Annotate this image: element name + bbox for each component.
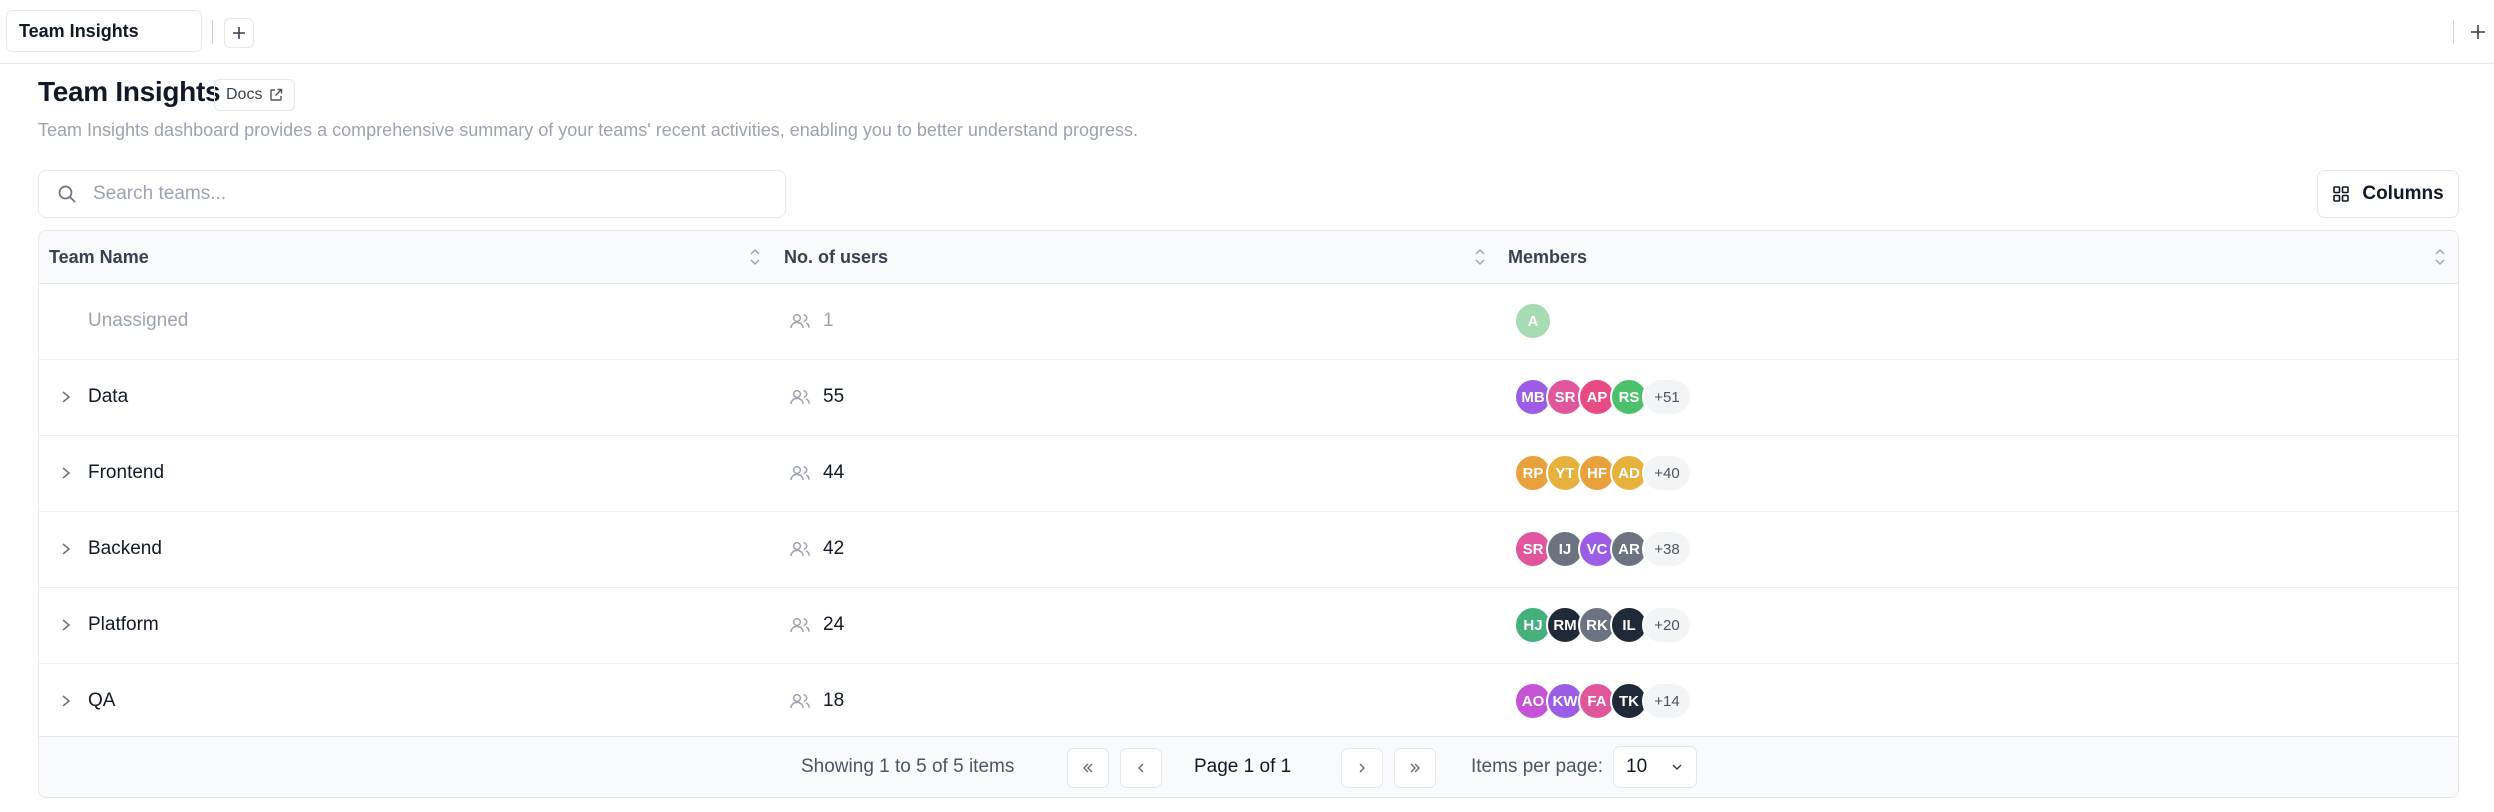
sort-icon[interactable] bbox=[749, 245, 761, 269]
table-row[interactable]: Frontend 44 RP YT HF AD +40 bbox=[39, 435, 2458, 512]
users-icon bbox=[790, 465, 810, 481]
user-count-value: 42 bbox=[823, 538, 845, 559]
member-avatars: MB SR AP RS +51 bbox=[1514, 359, 1692, 435]
more-members-badge: +38 bbox=[1642, 530, 1692, 568]
more-members-badge: +20 bbox=[1642, 606, 1692, 644]
user-count: 18 bbox=[789, 663, 844, 739]
member-avatars: A bbox=[1514, 283, 1552, 359]
chevron-right-icon bbox=[1359, 763, 1366, 773]
items-per-page-select[interactable]: 10 bbox=[1613, 746, 1697, 788]
user-count: 55 bbox=[789, 359, 844, 435]
team-name: QA bbox=[88, 690, 116, 711]
avatar: A bbox=[1514, 302, 1552, 340]
user-count: 1 bbox=[789, 283, 834, 359]
users-icon bbox=[790, 617, 810, 633]
grid-icon bbox=[2333, 186, 2350, 202]
users-icon bbox=[790, 541, 810, 557]
page-indicator: Page 1 of 1 bbox=[1194, 756, 1292, 777]
table-row[interactable]: QA 18 AO KW FA TK +14 bbox=[39, 663, 2458, 740]
member-avatars: AO KW FA TK +14 bbox=[1514, 663, 1692, 739]
tab-divider bbox=[212, 20, 213, 44]
header-team-name[interactable]: Team Name bbox=[49, 231, 149, 283]
team-name: Unassigned bbox=[88, 310, 189, 331]
users-icon bbox=[790, 693, 810, 709]
chevron-right-icon[interactable] bbox=[59, 463, 73, 483]
chevron-down-icon bbox=[1672, 764, 1682, 771]
user-count-value: 1 bbox=[823, 310, 834, 331]
member-avatars: RP YT HF AD +40 bbox=[1514, 435, 1692, 511]
add-panel-button[interactable] bbox=[2466, 18, 2490, 46]
tab-label: Team Insights bbox=[19, 20, 139, 41]
double-chevron-left-icon bbox=[1082, 763, 1093, 773]
prev-page-button[interactable] bbox=[1120, 748, 1162, 788]
docs-link[interactable]: Docs bbox=[214, 79, 296, 111]
chevron-right-icon[interactable] bbox=[59, 387, 73, 407]
next-page-button[interactable] bbox=[1341, 748, 1383, 788]
team-name: Backend bbox=[88, 538, 162, 559]
more-members-badge: +14 bbox=[1642, 682, 1692, 720]
sort-icon[interactable] bbox=[1474, 245, 1486, 269]
user-count-value: 44 bbox=[823, 462, 845, 483]
table-row[interactable]: Platform 24 HJ RM RK IL +20 bbox=[39, 587, 2458, 664]
external-link-icon bbox=[270, 88, 283, 101]
table-header: Team Name No. of users Members bbox=[39, 231, 2458, 284]
search-icon bbox=[58, 185, 76, 203]
plus-icon bbox=[2471, 25, 2485, 39]
header-users[interactable]: No. of users bbox=[784, 231, 888, 283]
first-page-button[interactable] bbox=[1067, 748, 1109, 788]
user-count-value: 55 bbox=[823, 386, 845, 407]
chevron-right-icon[interactable] bbox=[59, 615, 73, 635]
user-count: 44 bbox=[789, 435, 844, 511]
table-row: Unassigned 1 A bbox=[39, 283, 2458, 360]
columns-button[interactable]: Columns bbox=[2317, 170, 2459, 218]
table-row[interactable]: Backend 42 SR IJ VC AR +38 bbox=[39, 511, 2458, 588]
page-description: Team Insights dashboard provides a compr… bbox=[38, 120, 1139, 140]
more-members-badge: +51 bbox=[1642, 378, 1692, 416]
user-count-value: 24 bbox=[823, 614, 845, 635]
right-divider bbox=[2453, 20, 2454, 44]
add-tab-button[interactable] bbox=[224, 18, 254, 48]
tab-team-insights[interactable]: Team Insights bbox=[6, 10, 202, 52]
double-chevron-right-icon bbox=[1410, 763, 1421, 773]
user-count: 24 bbox=[789, 587, 844, 663]
users-icon bbox=[790, 389, 810, 405]
search-box bbox=[38, 170, 786, 218]
member-avatars: SR IJ VC AR +38 bbox=[1514, 511, 1692, 587]
team-name: Platform bbox=[88, 614, 159, 635]
users-icon bbox=[790, 313, 810, 329]
chevron-left-icon bbox=[1137, 763, 1144, 773]
last-page-button[interactable] bbox=[1394, 748, 1436, 788]
team-name: Data bbox=[88, 386, 129, 407]
plus-icon bbox=[233, 27, 245, 39]
tab-bar: Team Insights bbox=[0, 0, 2494, 64]
header-members[interactable]: Members bbox=[1508, 231, 1587, 283]
page-title: Team Insights bbox=[38, 76, 221, 107]
user-count: 42 bbox=[789, 511, 844, 587]
teams-table: Team Name No. of users Members Unassigne… bbox=[38, 230, 2459, 798]
team-name: Frontend bbox=[88, 462, 165, 483]
chevron-right-icon[interactable] bbox=[59, 691, 73, 711]
columns-label: Columns bbox=[2362, 183, 2444, 204]
sort-icon[interactable] bbox=[2434, 245, 2446, 269]
member-avatars: HJ RM RK IL +20 bbox=[1514, 587, 1692, 663]
table-row[interactable]: Data 55 MB SR AP RS +51 bbox=[39, 359, 2458, 436]
more-members-badge: +40 bbox=[1642, 454, 1692, 492]
user-count-value: 18 bbox=[823, 690, 845, 711]
items-per-page-label: Items per page: bbox=[1471, 756, 1604, 777]
table-footer: Showing 1 to 5 of 5 items Page 1 of 1 It… bbox=[39, 736, 2458, 797]
chevron-right-icon[interactable] bbox=[59, 539, 73, 559]
items-per-page-value: 10 bbox=[1626, 756, 1648, 777]
pagination-summary: Showing 1 to 5 of 5 items bbox=[801, 756, 1015, 777]
search-input[interactable] bbox=[91, 182, 735, 206]
docs-label: Docs bbox=[226, 86, 263, 103]
